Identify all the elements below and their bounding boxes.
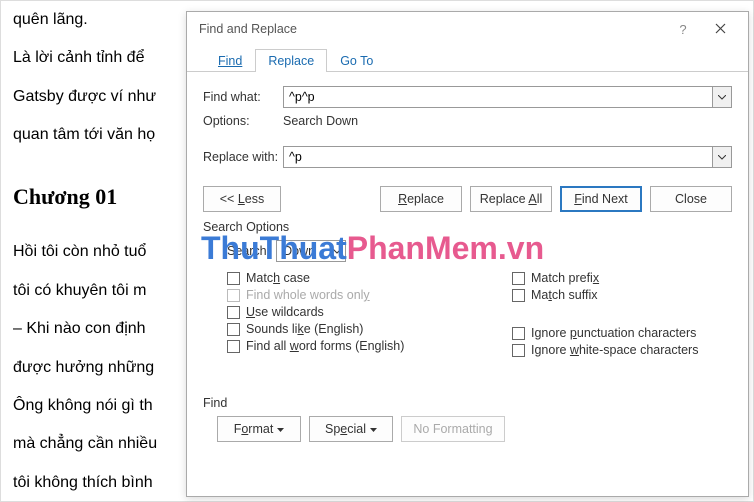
check-word-forms[interactable]: Find all word forms (English)	[227, 339, 512, 353]
check-match-prefix[interactable]: Match prefix	[512, 271, 732, 285]
caret-down-icon	[370, 428, 377, 433]
checkbox-area: Match case Find whole words only Use wil…	[203, 268, 732, 360]
button-row: << Less Replace Replace All Find Next Cl…	[203, 186, 732, 212]
find-what-combo[interactable]	[283, 86, 732, 108]
close-icon	[715, 23, 726, 34]
find-what-row: Find what:	[203, 86, 732, 108]
tab-replace[interactable]: Replace	[255, 49, 327, 72]
replace-with-dropdown[interactable]	[712, 146, 732, 168]
help-button[interactable]: ?	[666, 22, 700, 37]
check-use-wildcards[interactable]: Use wildcards	[227, 305, 512, 319]
check-match-case[interactable]: Match case	[227, 271, 512, 285]
find-what-dropdown[interactable]	[712, 86, 732, 108]
find-group-buttons: Format Special No Formatting	[217, 416, 732, 442]
search-label: Search:	[227, 244, 270, 258]
options-row: Options: Search Down	[203, 114, 732, 128]
no-formatting-button: No Formatting	[401, 416, 505, 442]
checks-left-col: Match case Find whole words only Use wil…	[203, 268, 512, 360]
titlebar: Find and Replace ?	[187, 12, 748, 46]
replace-with-combo[interactable]	[283, 146, 732, 168]
search-options-label: Search Options	[203, 220, 732, 234]
tab-bar: Find Replace Go To	[187, 46, 748, 72]
search-direction-value: Down	[283, 244, 315, 258]
tab-goto[interactable]: Go To	[327, 49, 386, 72]
search-direction-row: Search: Down	[227, 240, 732, 262]
check-ignore-whitespace[interactable]: Ignore white-space characters	[512, 343, 732, 357]
replace-button[interactable]: Replace	[380, 186, 462, 212]
checks-right-col: Match prefix Match suffix Ignore punctua…	[512, 268, 732, 360]
tab-find[interactable]: Find	[205, 49, 255, 72]
dialog-body: Find what: Options: Search Down Replace …	[187, 72, 748, 452]
options-value: Search Down	[283, 114, 358, 128]
chevron-down-icon	[333, 249, 341, 254]
close-button[interactable]	[700, 21, 740, 38]
chevron-down-icon	[718, 155, 726, 160]
options-label: Options:	[203, 114, 283, 128]
find-group-label: Find	[203, 396, 732, 410]
check-whole-words: Find whole words only	[227, 288, 512, 302]
find-replace-dialog: Find and Replace ? Find Replace Go To Fi…	[186, 11, 749, 497]
replace-all-button[interactable]: Replace All	[470, 186, 552, 212]
replace-with-label: Replace with:	[203, 150, 283, 164]
format-button[interactable]: Format	[217, 416, 301, 442]
replace-with-row: Replace with:	[203, 146, 732, 168]
search-direction-select[interactable]: Down	[276, 240, 346, 262]
special-button[interactable]: Special	[309, 416, 393, 442]
find-what-label: Find what:	[203, 90, 283, 104]
chevron-down-icon	[718, 95, 726, 100]
find-group: Find Format Special No Formatting	[203, 396, 732, 442]
check-match-suffix[interactable]: Match suffix	[512, 288, 732, 302]
less-button[interactable]: << Less	[203, 186, 281, 212]
check-ignore-punctuation[interactable]: Ignore punctuation characters	[512, 326, 732, 340]
replace-with-input[interactable]	[283, 146, 712, 168]
caret-down-icon	[277, 428, 284, 433]
find-next-button[interactable]: Find Next	[560, 186, 642, 212]
dialog-title: Find and Replace	[195, 22, 666, 36]
close-dialog-button[interactable]: Close	[650, 186, 732, 212]
check-sounds-like[interactable]: Sounds like (English)	[227, 322, 512, 336]
find-what-input[interactable]	[283, 86, 712, 108]
